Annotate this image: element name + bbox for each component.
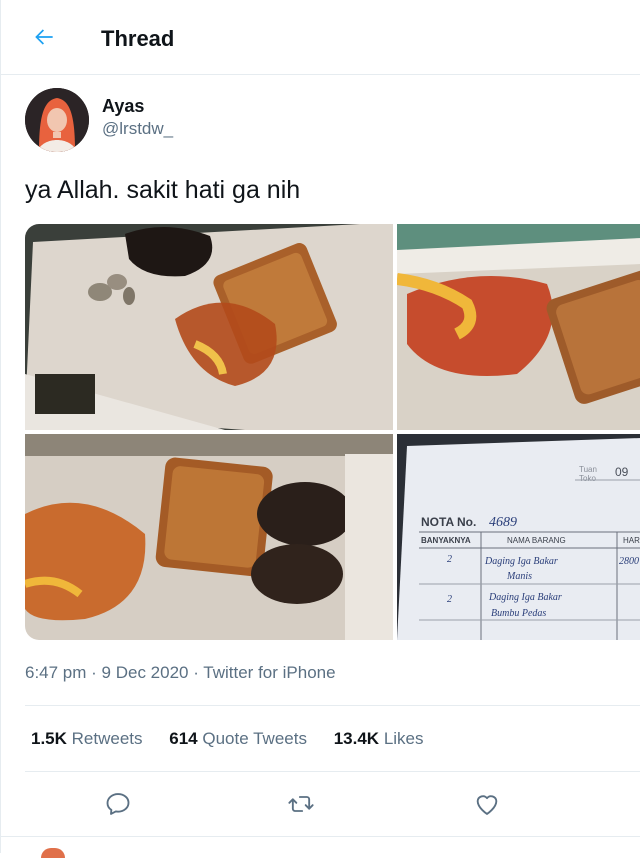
divider bbox=[25, 771, 640, 772]
likes-label: Likes bbox=[383, 729, 424, 748]
photo-2[interactable] bbox=[397, 224, 640, 430]
author-name[interactable]: Ayas bbox=[102, 96, 144, 117]
receipt-date: 09 bbox=[615, 465, 629, 479]
receipt-tuan-label: Tuan bbox=[579, 465, 597, 474]
receipt-row1-item: Daging Iga Bakar bbox=[484, 556, 558, 567]
photo-1[interactable] bbox=[25, 224, 393, 430]
divider bbox=[1, 836, 640, 837]
arrow-left-icon[interactable] bbox=[31, 24, 57, 50]
retweets-label: Retweets bbox=[71, 729, 143, 748]
receipt-row1-qty: 2 bbox=[447, 554, 452, 565]
tweet-stats: 1.5K Retweets 614 Quote Tweets 13.4K Lik… bbox=[31, 729, 446, 749]
receipt-nota-number: 4689 bbox=[489, 515, 517, 530]
receipt-row1-price: 2800 bbox=[619, 556, 639, 567]
receipt-col-name: NAMA BARANG bbox=[507, 536, 566, 545]
photo-3[interactable] bbox=[25, 434, 393, 640]
likes-stat[interactable]: 13.4K Likes bbox=[334, 729, 424, 749]
receipt-col-price: HARGA bbox=[623, 536, 640, 545]
retweet-icon[interactable] bbox=[287, 790, 317, 820]
like-icon[interactable] bbox=[473, 790, 503, 820]
author-handle[interactable]: @lrstdw_ bbox=[102, 119, 173, 139]
likes-count: 13.4K bbox=[333, 729, 380, 748]
receipt-row1-item2: Manis bbox=[506, 571, 532, 582]
page-title: Thread bbox=[101, 26, 175, 51]
tweet-text: ya Allah. sakit hati ga nih bbox=[25, 176, 301, 204]
media-grid: Tuan Toko 09 NOTA No. 4689 BANYAKNYA NAM… bbox=[25, 224, 640, 640]
quote-tweets-label: Quote Tweets bbox=[202, 729, 307, 748]
tweet-timestamp[interactable]: 6:47 pm · 9 Dec 2020 · Twitter for iPhon… bbox=[25, 663, 336, 683]
receipt-row2-item: Daging Iga Bakar bbox=[488, 592, 562, 603]
retweets-stat[interactable]: 1.5K Retweets bbox=[31, 729, 143, 749]
quote-tweets-count: 614 bbox=[169, 729, 198, 748]
receipt-toko-label: Toko bbox=[579, 474, 596, 483]
retweets-count: 1.5K bbox=[31, 729, 67, 748]
receipt-row2-qty: 2 bbox=[447, 594, 452, 605]
quote-tweets-stat[interactable]: 614 Quote Tweets bbox=[169, 729, 307, 749]
next-reply-avatar[interactable] bbox=[41, 848, 65, 858]
receipt-row2-item2: Bumbu Pedas bbox=[491, 608, 546, 619]
receipt-col-qty: BANYAKNYA bbox=[421, 536, 471, 545]
divider bbox=[25, 705, 640, 706]
avatar[interactable] bbox=[25, 88, 89, 152]
reply-icon[interactable] bbox=[104, 790, 134, 820]
tweet-detail-page: Thread Ayas @lrstdw_ ya Allah. sakit hat… bbox=[0, 0, 640, 858]
photo-receipt[interactable]: Tuan Toko 09 NOTA No. 4689 BANYAKNYA NAM… bbox=[397, 434, 640, 640]
header-bar: Thread bbox=[1, 0, 640, 75]
receipt-nota-label: NOTA No. bbox=[421, 515, 476, 529]
